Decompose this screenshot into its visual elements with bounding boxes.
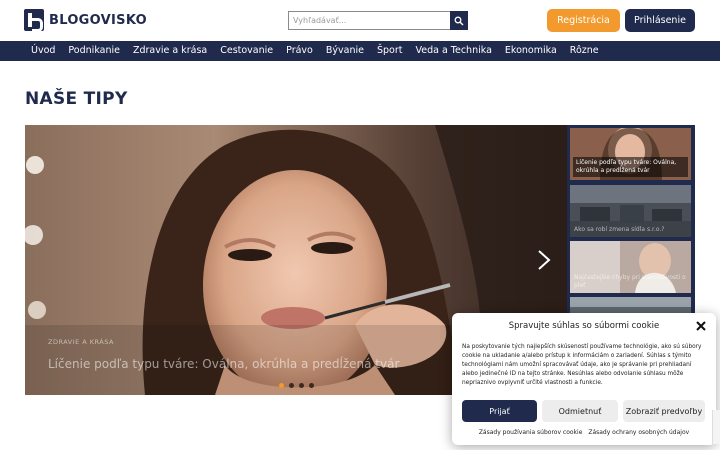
nav-item-pravo[interactable]: Právo (286, 41, 313, 61)
cookie-preferences-button[interactable]: Zobraziť predvoľby (623, 400, 705, 422)
section-title: NAŠE TIPY (25, 89, 128, 109)
search-button[interactable] (450, 11, 468, 30)
cookie-title: Spravujte súhlas so súbormi cookie (508, 321, 660, 331)
main-nav: Úvod Podnikanie Zdravie a krása Cestovan… (0, 41, 720, 61)
side-list-label: Ako sa robí zmena sídla s.r.o.? (574, 226, 665, 233)
slider-dots (279, 383, 314, 388)
search-bar (288, 11, 468, 30)
search-icon (454, 16, 464, 25)
slider-dot[interactable] (309, 383, 314, 388)
privacy-policy-link[interactable]: Zásady ochrany osobných údajov (588, 429, 689, 436)
nav-item-sport[interactable]: Šport (377, 41, 403, 61)
cookie-policy-link[interactable]: Zásady používania súborov cookie (479, 429, 583, 436)
login-button[interactable]: Prihlásenie (625, 9, 695, 32)
side-list-label: Líčenie podľa typu tváre: Oválna, okrúhl… (573, 157, 688, 177)
page: BLOGOVISKO Registrácia Prihlásenie Úvod … (0, 0, 720, 450)
hero-category[interactable]: ZDRAVIE A KRÁSA (48, 338, 114, 346)
logo-text: BLOGOVISKO (49, 12, 147, 28)
nav-item-byvanie[interactable]: Bývanie (326, 41, 364, 61)
cookie-text: Na poskytovanie tých najlepších skúsenos… (462, 344, 702, 386)
deny-cookies-button[interactable]: Odmietnuť (542, 400, 618, 422)
recaptcha-badge[interactable] (712, 410, 720, 444)
nav-item-rozne[interactable]: Rôzne (570, 41, 599, 61)
nav-item-cestovanie[interactable]: Cestovanie (220, 41, 273, 61)
register-button[interactable]: Registrácia (547, 9, 620, 32)
chevron-right-icon[interactable] (537, 249, 551, 271)
cookie-consent-dialog: Spravujte súhlas so súbormi cookie Na po… (452, 313, 716, 445)
slider-dot[interactable] (299, 383, 304, 388)
site-logo[interactable]: BLOGOVISKO (24, 9, 147, 32)
accept-cookies-button[interactable]: Prijať (462, 400, 537, 422)
hero-title[interactable]: Líčenie podľa typu tváre: Oválna, okrúhl… (48, 357, 399, 371)
side-list-item[interactable]: Najčastejšie chyby pri starostlivosti o … (570, 241, 691, 293)
slider-dot[interactable] (279, 383, 284, 388)
search-input[interactable] (288, 11, 450, 30)
nav-item-zdravie[interactable]: Zdravie a krása (133, 41, 207, 61)
nav-item-veda[interactable]: Veda a Technika (415, 41, 491, 61)
side-list-label: Najčastejšie chyby pri starostlivosti o … (574, 274, 686, 289)
cookie-links: Zásady používania súborov cookie Zásady … (452, 429, 716, 436)
slider-dot[interactable] (289, 383, 294, 388)
header: BLOGOVISKO Registrácia Prihlásenie (0, 0, 720, 41)
side-list-item[interactable]: Líčenie podľa typu tváre: Oválna, okrúhl… (570, 128, 691, 180)
logo-icon (24, 9, 44, 32)
nav-item-ekonomika[interactable]: Ekonomika (505, 41, 557, 61)
nav-item-podnikanie[interactable]: Podnikanie (68, 41, 120, 61)
close-icon[interactable] (695, 320, 707, 332)
side-list-item[interactable]: Ako sa robí zmena sídla s.r.o.? (570, 185, 691, 237)
nav-item-uvod[interactable]: Úvod (31, 41, 55, 61)
